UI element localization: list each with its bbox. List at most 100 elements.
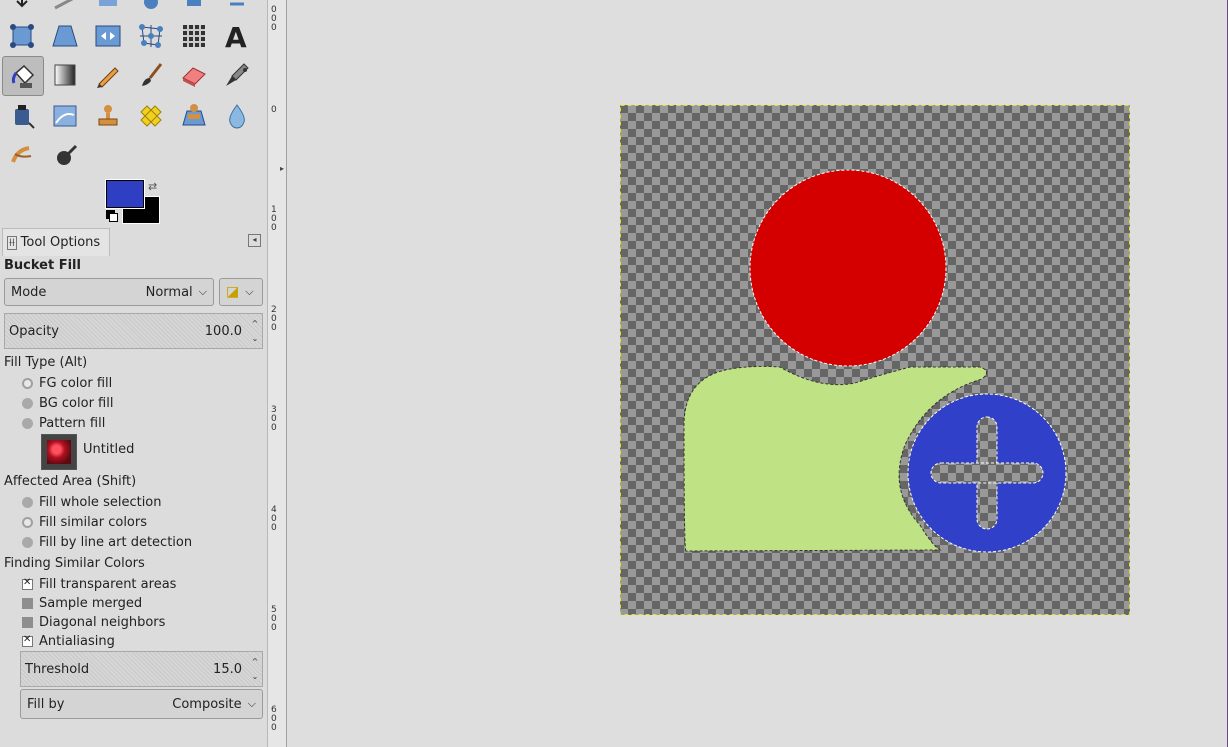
bucket-fill-icon[interactable] [2,56,44,96]
pattern-thumbnail [47,440,71,464]
perspective-clone-icon[interactable] [174,97,214,135]
affected-area-label: Affected Area (Shift) [4,474,137,489]
tool-partial-1[interactable] [2,0,42,18]
ruler-pointer-icon: ▸ [280,164,285,173]
ruler-tick: 0 [271,105,277,115]
warp-transform-icon[interactable] [174,17,214,55]
tab-tool-options[interactable]: ⟊⟊ Tool Options [2,228,110,256]
swap-colors-icon[interactable]: ⇄ [148,180,157,193]
tool-options-title: Bucket Fill [4,258,81,273]
plus-center [978,464,996,482]
layer-mode-icon: ◪ [226,284,240,300]
dodge-burn-icon[interactable] [45,136,85,174]
chevron-down-icon: ⌵ [198,285,207,298]
unified-transform-icon[interactable] [2,17,42,55]
threshold-value: 15.0 [213,661,242,677]
ruler-tick: 200 [271,305,277,333]
checkbox-label: Antialiasing [39,633,115,649]
gradient-icon[interactable] [45,56,85,94]
dock-tabbar: ⟊⟊ Tool Options ◂ [0,228,267,258]
ink-icon[interactable] [2,97,42,135]
ruler-tick: 100 [271,205,277,233]
radio-label: Fill similar colors [39,514,147,530]
reset-colors-icon[interactable] [106,210,118,222]
image-canvas[interactable] [620,105,1130,615]
radio-pattern-fill[interactable]: Pattern fill [22,414,105,432]
radio-label: FG color fill [39,375,113,391]
radio-fill-whole-selection[interactable]: Fill whole selection [22,493,162,511]
tab-menu-icon[interactable]: ◂ [248,234,261,247]
checkbox [22,634,33,647]
flip-icon[interactable] [88,17,128,55]
radio-indicator [22,417,33,429]
tool-partial-3[interactable] [88,0,128,18]
checkbox-label: Sample merged [39,595,143,611]
chevron-down-icon: ⌵ [247,697,256,710]
mode-value: Normal [145,284,193,300]
fill-by-combo[interactable]: Fill by Composite ⌵ [20,689,263,719]
mode-combo[interactable]: Mode Normal ⌵ [4,278,214,306]
opacity-spin-arrows[interactable]: ^ ⌄ [249,316,261,346]
tool-options-icon: ⟊⟊ [7,235,17,250]
fill-by-label: Fill by [27,696,65,712]
foreground-color-swatch[interactable] [105,179,145,209]
mode-label: Mode [11,284,47,300]
threshold-spin-arrows[interactable]: ^ ⌄ [249,654,261,684]
left-dock: A ⇄ ⟊⟊ Tool Options ◂ Bucket Fill Mode N… [0,0,268,747]
radio-label: Pattern fill [39,415,106,431]
tool-partial-6[interactable] [217,0,257,18]
radio-fill-similar-colors[interactable]: Fill similar colors [22,513,147,531]
ruler-tick: 000 [271,5,277,33]
head-circle [749,169,947,367]
finding-similar-colors-label: Finding Similar Colors [4,556,145,571]
radio-bg-color-fill[interactable]: BG color fill [22,394,113,412]
radio-indicator [22,496,33,508]
eraser-icon[interactable] [174,56,214,94]
radio-indicator [22,516,33,528]
opacity-value: 100.0 [204,323,242,339]
checkbox-label: Diagonal neighbors [39,614,166,630]
blur-icon[interactable] [217,97,257,135]
checkbox-label: Fill transparent areas [39,576,177,592]
vertical-ruler[interactable]: 000 0 100 200 300 400 500 600 ▸ [268,0,287,747]
fg-bg-color-area: ⇄ [105,179,162,224]
pattern-name: Untitled [83,442,135,457]
radio-fill-line-art[interactable]: Fill by line art detection [22,533,192,551]
fill-by-value: Composite [172,696,242,712]
checkbox [22,577,33,590]
threshold-label: Threshold [25,661,90,677]
check-sample-merged[interactable]: Sample merged [22,594,142,612]
opacity-slider[interactable]: Opacity 100.0 ^ ⌄ [4,313,263,349]
pencil-icon[interactable] [88,56,128,94]
radio-indicator [22,377,33,389]
threshold-slider[interactable]: Threshold 15.0 ^ ⌄ [20,651,263,687]
perspective-icon[interactable] [45,17,85,55]
ruler-tick: 400 [271,505,277,533]
chevron-down-icon: ⌵ [245,285,254,298]
pattern-preview-button[interactable] [41,434,77,470]
mypaint-brush-icon[interactable] [45,97,85,135]
airbrush-icon[interactable] [217,56,257,94]
tool-partial-4[interactable] [131,0,171,18]
ruler-tick: 600 [271,705,277,733]
check-antialiasing[interactable]: Antialiasing [22,632,115,650]
tool-partial-5[interactable] [174,0,214,18]
paint-mode-options-button[interactable]: ◪ ⌵ [219,278,263,306]
text-icon[interactable]: A [217,17,257,55]
check-diagonal-neighbors[interactable]: Diagonal neighbors [22,613,165,631]
paintbrush-icon[interactable] [131,56,171,94]
tool-partial-2[interactable] [45,0,85,18]
smudge-icon[interactable] [2,136,42,174]
opacity-label: Opacity [9,323,60,339]
radio-label: Fill by line art detection [39,534,193,550]
heal-icon[interactable] [131,97,171,135]
checkbox [22,597,33,609]
clone-icon[interactable] [88,97,128,135]
fill-type-label: Fill Type (Alt) [4,355,88,370]
ruler-tick: 300 [271,405,277,433]
cage-transform-icon[interactable] [131,17,171,55]
ruler-tick: 500 [271,605,277,633]
radio-fg-color-fill[interactable]: FG color fill [22,374,112,392]
check-fill-transparent[interactable]: Fill transparent areas [22,575,176,593]
radio-label: Fill whole selection [39,494,162,510]
